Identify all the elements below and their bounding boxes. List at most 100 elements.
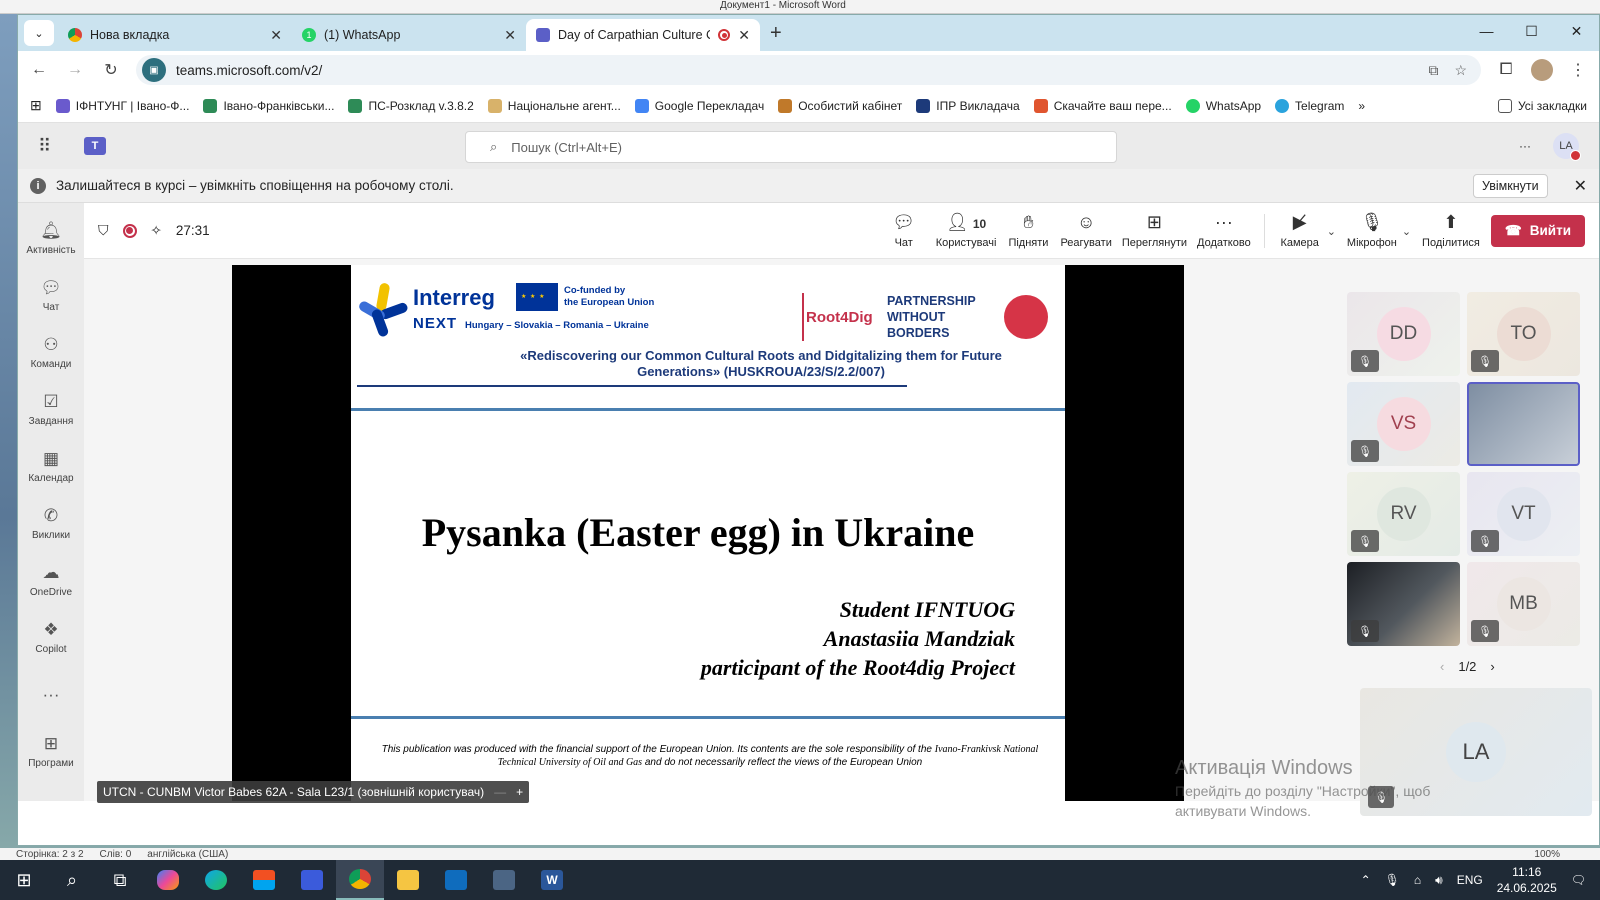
view-button[interactable]: ⊞ Переглянути xyxy=(1117,212,1192,249)
language-indicator[interactable]: ENG xyxy=(1457,873,1483,887)
people-button[interactable]: 👤︎ 10 Користувачі xyxy=(931,212,1002,249)
minimize-icon[interactable]: — xyxy=(1464,15,1509,47)
chevron-up-icon[interactable]: ⌃ xyxy=(1361,873,1371,887)
rail-item-teams[interactable]: ⚇ Команди xyxy=(21,325,81,380)
rail-item-calendar[interactable]: ▦ Календар xyxy=(21,439,81,494)
close-tab-icon[interactable]: ✕ xyxy=(738,27,750,44)
raise-hand-button[interactable]: ✋︎ Підняти xyxy=(1001,212,1055,249)
url-input[interactable]: ▣ teams.microsoft.com/v2/ ⧉ ☆ xyxy=(136,55,1481,85)
chevron-right-icon[interactable]: › xyxy=(1490,659,1494,674)
leave-button[interactable]: ☎ Вийти xyxy=(1490,214,1585,247)
outlook-icon[interactable] xyxy=(432,860,480,900)
explorer-icon[interactable] xyxy=(384,860,432,900)
participant-tile[interactable]: DD 🎙︎ xyxy=(1347,292,1460,376)
close-icon[interactable]: ✕ xyxy=(1574,176,1587,196)
calculator-icon[interactable] xyxy=(480,860,528,900)
word-icon[interactable]: W xyxy=(528,860,576,900)
bookmark-item[interactable]: ПС-Розклад v.3.8.2 xyxy=(348,98,474,113)
more-bookmarks-icon[interactable]: » xyxy=(1358,99,1365,113)
close-tab-icon[interactable]: ✕ xyxy=(270,27,282,44)
search-icon[interactable]: ⌕ xyxy=(48,860,96,900)
rail-item-activity[interactable]: 🔔︎ Активність xyxy=(21,211,81,266)
network-icon[interactable]: ⌂ xyxy=(1414,873,1421,887)
new-tab-button[interactable]: + xyxy=(770,22,782,45)
bookmark-item[interactable]: ІПР Викладача xyxy=(916,98,1020,113)
volume-icon[interactable]: 🔊︎ xyxy=(1435,873,1443,888)
bookmark-item[interactable]: Національне агент... xyxy=(487,98,621,113)
forward-icon[interactable]: → xyxy=(64,61,86,79)
task-view-icon[interactable]: ⧉ xyxy=(96,860,144,900)
share-button[interactable]: ⬆ Поділитися xyxy=(1417,212,1485,249)
bookmark-item[interactable]: Скачайте ваш пере... xyxy=(1033,98,1172,113)
bookmark-item[interactable]: WhatsApp xyxy=(1185,98,1261,113)
profile-avatar[interactable] xyxy=(1531,59,1553,81)
bookmark-item[interactable]: Google Перекладач xyxy=(634,98,764,113)
mic-icon[interactable]: 🎙︎ xyxy=(1385,873,1400,887)
clock[interactable]: 11:16 24.06.2025 xyxy=(1497,864,1557,896)
maximize-icon[interactable]: ☐ xyxy=(1509,15,1554,47)
rail-item-calls[interactable]: ✆ Виклики xyxy=(21,496,81,551)
store-icon[interactable] xyxy=(240,860,288,900)
participant-tile[interactable]: VT 🎙︎ xyxy=(1467,472,1580,556)
extensions-icon[interactable]: ⧠ xyxy=(1495,61,1517,79)
rail-item-chat[interactable]: 💬︎ Чат xyxy=(21,268,81,323)
site-info-icon[interactable]: ▣ xyxy=(142,58,166,82)
plus-icon[interactable]: + xyxy=(516,785,523,799)
react-button[interactable]: ☺ Реагувати xyxy=(1055,212,1116,249)
tab-new[interactable]: Нова вкладка ✕ xyxy=(58,19,292,51)
notifications-icon[interactable]: 🗨︎ xyxy=(1571,873,1586,887)
sparkle-icon[interactable]: ✧ xyxy=(151,223,162,239)
back-icon[interactable]: ← xyxy=(28,61,50,79)
presenter-name-tag[interactable]: UTCN - CUNBM Victor Babes 62A - Sala L23… xyxy=(97,781,530,803)
bookmark-item[interactable]: ІФНТУНГ | Івано-Ф... xyxy=(55,98,189,113)
more-options-icon[interactable]: ··· xyxy=(1519,139,1531,153)
rail-item-tasks[interactable]: ☑ Завдання xyxy=(21,382,81,437)
bookmark-item[interactable]: Telegram xyxy=(1275,98,1344,113)
zoom-level[interactable]: 100% xyxy=(1534,849,1560,860)
search-input[interactable]: ⌕ Пошук (Ctrl+Alt+E) xyxy=(465,131,1117,163)
participant-tile[interactable]: VS 🎙︎ xyxy=(1347,382,1460,466)
rail-item-copilot[interactable]: ❖ Copilot xyxy=(21,610,81,665)
enable-notifications-button[interactable]: Увімкнути xyxy=(1473,173,1548,198)
bookmark-star-icon[interactable]: ☆ xyxy=(1454,62,1467,79)
bookmark-item[interactable]: Івано-Франківськи... xyxy=(203,98,334,113)
apps-grid-icon[interactable]: ⊞ xyxy=(30,97,42,114)
rail-more[interactable]: ··· xyxy=(21,667,81,722)
teams-header: ⠿ T ⌕ Пошук (Ctrl+Alt+E) ··· LA xyxy=(18,123,1599,169)
floppy-icon[interactable] xyxy=(288,860,336,900)
camera-button[interactable]: ▶̸ Камера xyxy=(1273,212,1327,249)
close-icon[interactable]: ✕ xyxy=(1554,15,1599,47)
app-launcher-icon[interactable]: ⠿ xyxy=(38,136,68,157)
participant-video-tile[interactable] xyxy=(1467,382,1580,466)
bookmark-item[interactable]: Особистий кабінет xyxy=(778,98,902,113)
participant-tile[interactable]: TO 🎙︎ xyxy=(1467,292,1580,376)
reload-icon[interactable]: ↻ xyxy=(100,60,122,80)
copilot-icon[interactable] xyxy=(144,860,192,900)
minus-icon[interactable]: — xyxy=(494,785,506,799)
start-icon[interactable]: ⊞ xyxy=(0,860,48,900)
close-tab-icon[interactable]: ✕ xyxy=(504,27,516,44)
window-controls: — ☐ ✕ xyxy=(1464,15,1599,47)
participant-tile[interactable]: RV 🎙︎ xyxy=(1347,472,1460,556)
rail-item-apps[interactable]: ⊞ Програми xyxy=(21,724,81,779)
chevron-left-icon[interactable]: ‹ xyxy=(1440,659,1444,674)
tab-teams-meeting[interactable]: Day of Carpathian Culture C ✕ xyxy=(526,19,760,51)
participant-tile[interactable]: MB 🎙︎ xyxy=(1467,562,1580,646)
shield-icon[interactable]: ⛉ xyxy=(98,222,109,239)
tab-whatsapp[interactable]: 1 (1) WhatsApp ✕ xyxy=(292,19,526,51)
chevron-down-icon[interactable]: ⌄ xyxy=(1402,225,1411,238)
all-bookmarks[interactable]: Усі закладки xyxy=(1497,98,1587,113)
participant-video-tile[interactable]: 🎙︎ xyxy=(1347,562,1460,646)
chevron-down-icon[interactable]: ⌄ xyxy=(1327,225,1336,238)
mic-off-icon: 🎙︎ xyxy=(1471,530,1499,552)
rail-item-onedrive[interactable]: ☁ OneDrive xyxy=(21,553,81,608)
edge-icon[interactable] xyxy=(192,860,240,900)
tab-search-button[interactable]: ⌄ xyxy=(24,20,54,46)
mic-button[interactable]: 🎙︎ Мікрофон xyxy=(1342,212,1402,249)
more-button[interactable]: ··· Додатково xyxy=(1192,212,1256,249)
chrome-icon[interactable] xyxy=(336,860,384,900)
menu-kebab-icon[interactable]: ⋮ xyxy=(1567,60,1589,80)
install-app-icon[interactable]: ⧉ xyxy=(1428,62,1438,79)
avatar[interactable]: LA xyxy=(1553,133,1581,161)
chat-button[interactable]: 💬︎ Чат xyxy=(877,212,931,249)
